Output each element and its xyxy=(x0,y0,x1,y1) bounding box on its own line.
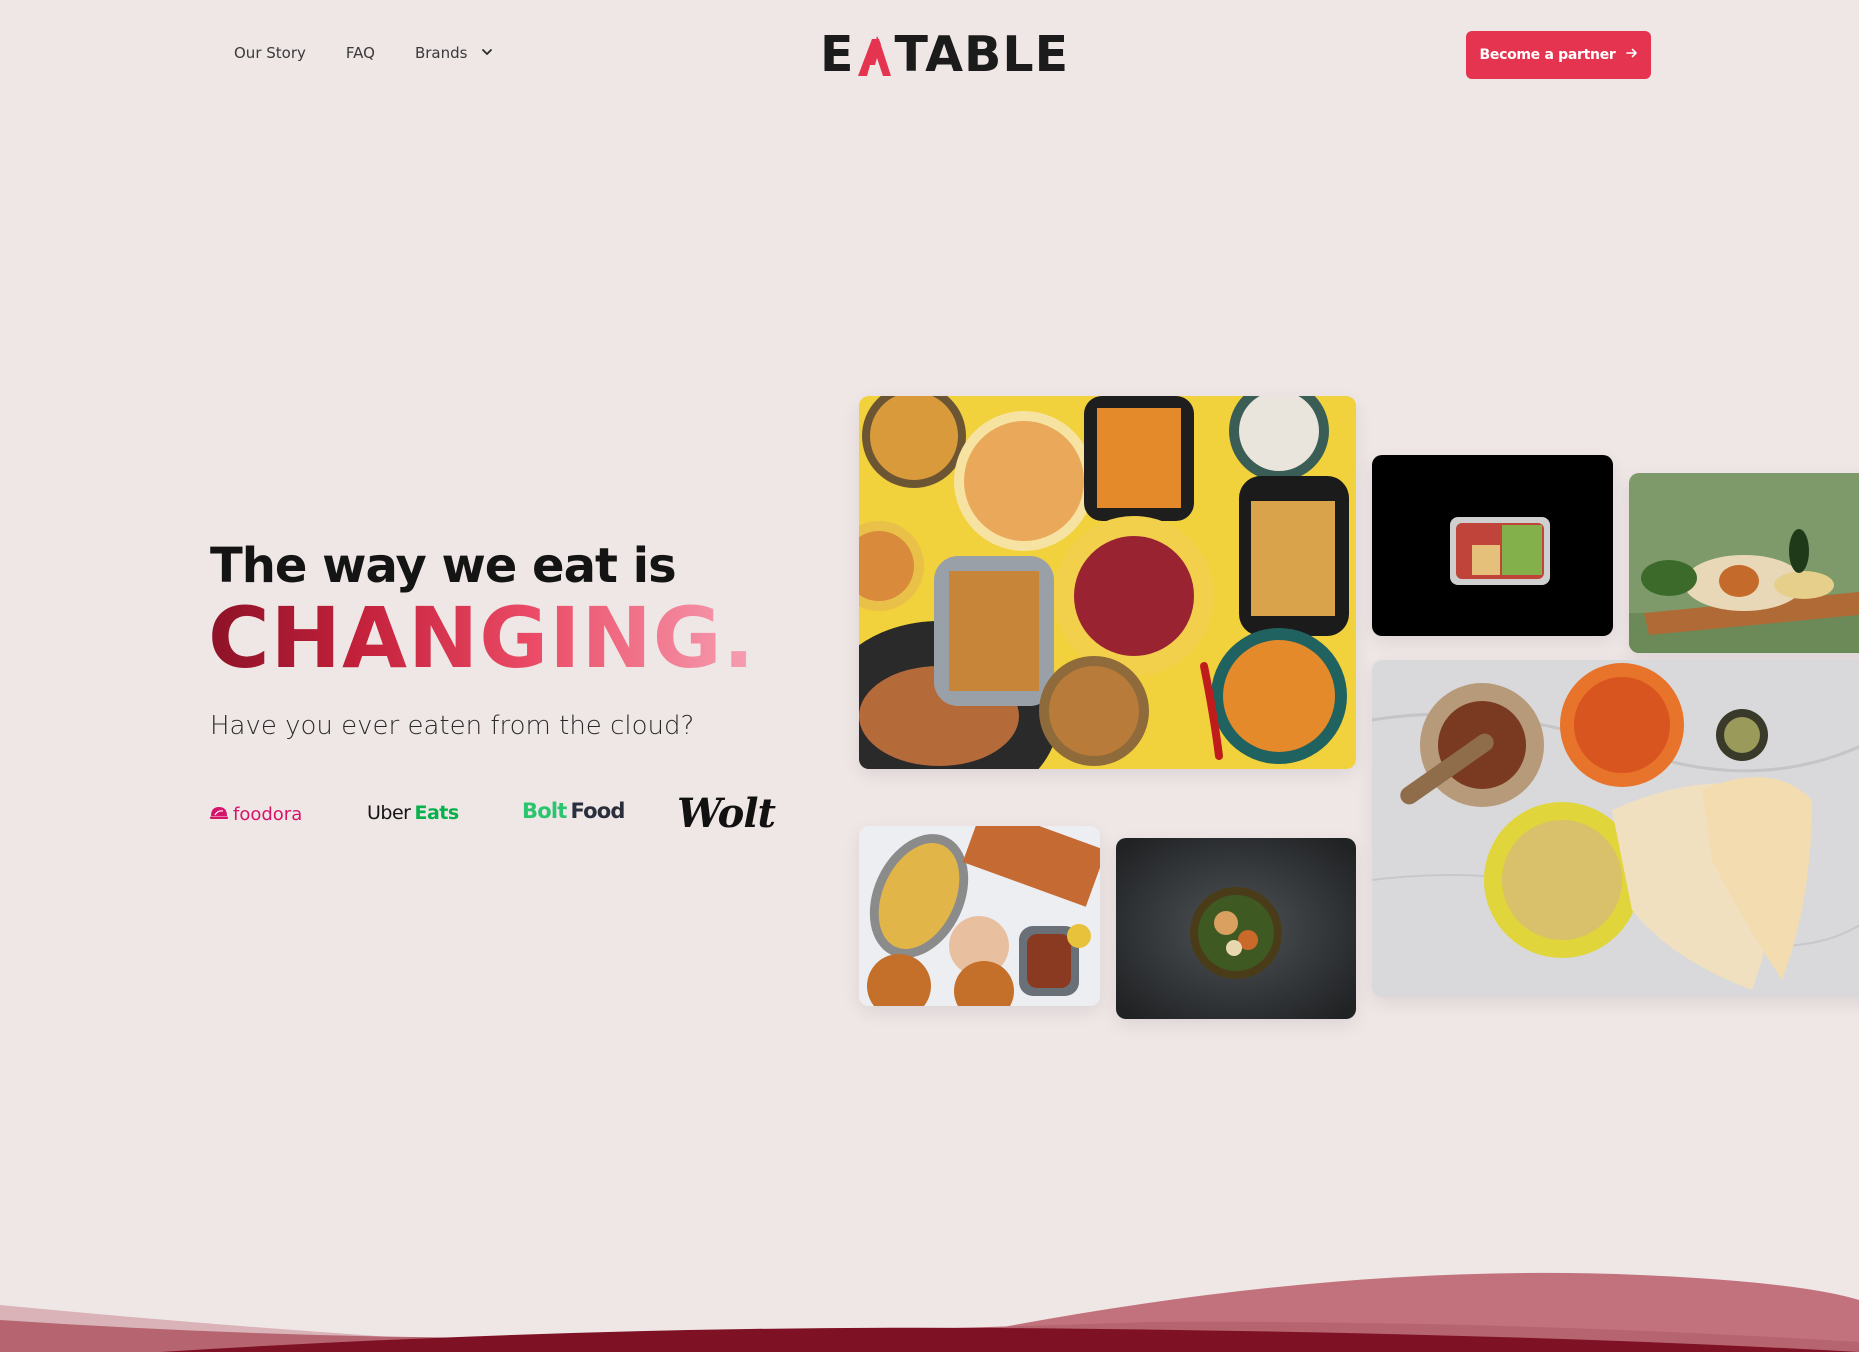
become-partner-button[interactable]: Become a partner xyxy=(1466,31,1651,79)
bottom-wave-decoration xyxy=(0,1272,1859,1352)
chevron-down-icon xyxy=(481,44,493,62)
eatable-logo[interactable]: E TABLE xyxy=(820,25,1070,83)
food-photo-spread xyxy=(859,396,1356,769)
food-wordmark: Food xyxy=(570,799,625,823)
bolt-food-logo[interactable]: Bolt Food xyxy=(522,799,625,823)
nav-brands-dropdown[interactable]: Brands xyxy=(415,44,494,62)
wolt-logo[interactable]: Wolt xyxy=(677,790,776,837)
foodora-logo[interactable]: foodora xyxy=(210,804,302,825)
top-nav: Our Story FAQ Brands xyxy=(234,44,493,62)
nav-link-faq[interactable]: FAQ xyxy=(346,44,375,62)
food-photo-curry-naan xyxy=(1372,660,1859,997)
arrow-right-icon xyxy=(1625,47,1638,63)
food-photo-bowl-black xyxy=(1372,455,1613,636)
logo-a-icon xyxy=(855,33,893,76)
logo-text-left: E xyxy=(820,25,855,83)
hero-subtitle: Have you ever eaten from the cloud? xyxy=(210,711,695,741)
foodora-hat-icon xyxy=(210,804,228,825)
food-photo-salad-bowl xyxy=(1116,838,1356,1019)
eats-wordmark: Eats xyxy=(414,802,459,824)
nav-link-our-story[interactable]: Our Story xyxy=(234,44,306,62)
hero-title-highlight: CHANGING. xyxy=(208,589,756,687)
become-partner-label: Become a partner xyxy=(1479,47,1616,63)
food-photo-burgers xyxy=(859,826,1100,1006)
bolt-wordmark: Bolt xyxy=(522,799,567,823)
nav-brands-label: Brands xyxy=(414,44,468,62)
hero-title: The way we eat is xyxy=(210,538,677,594)
delivery-partners: foodora Uber Eats Bolt Food Wolt xyxy=(210,790,776,840)
uber-wordmark: Uber xyxy=(367,802,411,824)
foodora-wordmark: foodora xyxy=(233,804,303,825)
food-photo-burrito xyxy=(1629,473,1859,653)
logo-text-right: TABLE xyxy=(894,25,1070,83)
wolt-wordmark: Wolt xyxy=(677,790,776,837)
uber-eats-logo[interactable]: Uber Eats xyxy=(367,802,459,824)
